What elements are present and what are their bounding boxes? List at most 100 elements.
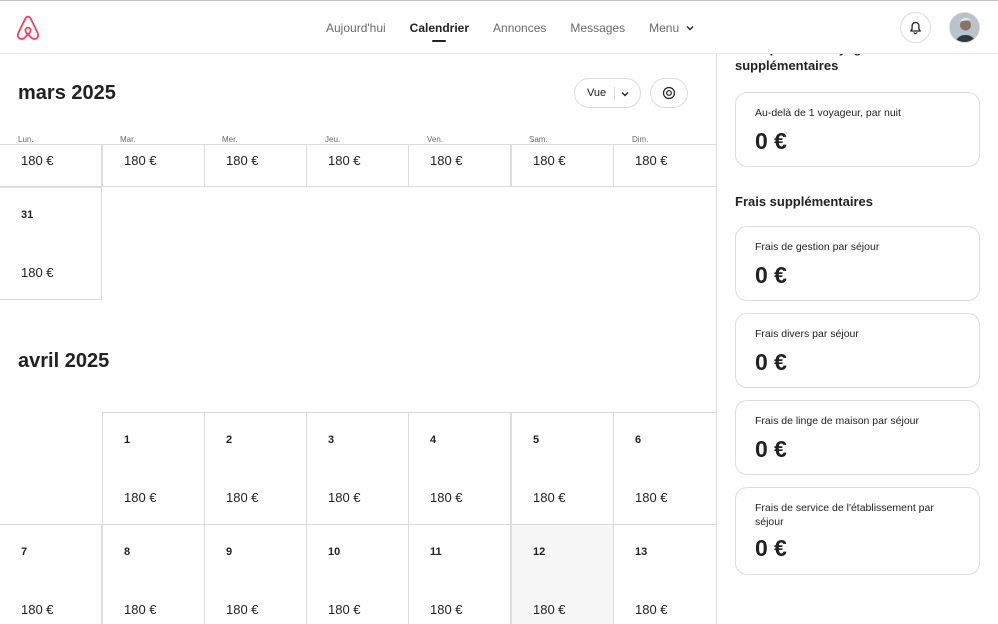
day-number: 6 bbox=[635, 434, 642, 446]
calendar-day-cell[interactable]: 3 180 € bbox=[306, 412, 409, 525]
chevron-down-icon bbox=[621, 92, 629, 97]
top-nav-bar: Aujourd'hui Calendrier Annonces Messages… bbox=[0, 0, 998, 54]
calendar-day-cell-today[interactable]: 12 180 € bbox=[511, 524, 614, 624]
fee-label: Frais de gestion par séjour bbox=[755, 241, 880, 253]
linen-fee-card[interactable]: Frais de linge de maison par séjour 0 € bbox=[735, 400, 980, 475]
guest-fee-card[interactable]: Au-delà de 1 voyageur, par nuit 0 € bbox=[735, 92, 980, 167]
month-title: avril 2025 bbox=[18, 350, 110, 372]
calendar-settings-button[interactable] bbox=[650, 78, 688, 108]
weekday-label: Mar. bbox=[120, 135, 136, 144]
day-price: 180 € bbox=[124, 490, 157, 505]
view-dropdown-label: Vue bbox=[587, 87, 607, 99]
weekday-label: Jeu. bbox=[325, 135, 341, 144]
calendar-area: mars 2025 Vue Lun. Mar. Mer. Jeu. Ven. S… bbox=[0, 54, 716, 624]
day-price: 180 € bbox=[635, 602, 668, 617]
fee-label: Frais de service de l'établissement par … bbox=[755, 502, 934, 528]
day-number: 10 bbox=[328, 546, 341, 558]
day-price: 180 € bbox=[430, 602, 463, 617]
bell-icon bbox=[910, 21, 921, 34]
nav-item-annonces[interactable]: Annonces bbox=[493, 1, 546, 54]
nav-item-calendrier[interactable]: Calendrier bbox=[410, 1, 469, 54]
day-price: 180 € bbox=[21, 265, 54, 280]
fee-value: 0 € bbox=[755, 436, 787, 462]
pricing-side-panel: Frais pour les voyageurs supplémentaires… bbox=[716, 54, 998, 624]
day-price: 180 € bbox=[533, 490, 566, 505]
day-number: 4 bbox=[430, 434, 437, 446]
day-price: 180 € bbox=[635, 490, 668, 505]
nav-item-label: Messages bbox=[570, 20, 626, 35]
fee-label: Frais divers par séjour bbox=[755, 328, 859, 340]
weekday-label: Mer. bbox=[222, 135, 238, 144]
day-number: 8 bbox=[124, 546, 131, 558]
day-number: 1 bbox=[124, 434, 131, 446]
calendar-day-cell[interactable]: 13 180 € bbox=[613, 524, 716, 624]
nav-item-label: Aujourd'hui bbox=[326, 20, 386, 35]
main-nav: Aujourd'hui Calendrier Annonces Messages… bbox=[314, 1, 707, 54]
nav-item-label: Menu bbox=[649, 20, 680, 35]
fee-value: 0 € bbox=[755, 262, 787, 288]
day-price: 180 € bbox=[124, 153, 157, 168]
calendar-day-cell[interactable]: 10 180 € bbox=[306, 524, 409, 624]
day-price: 180 € bbox=[21, 602, 54, 617]
fee-label: Frais de linge de maison par séjour bbox=[755, 415, 920, 427]
calendar-day-cell[interactable]: 180 € bbox=[306, 144, 409, 187]
guest-fees-heading: Frais pour les voyageurs supplémentaires bbox=[735, 54, 889, 73]
view-dropdown-button[interactable]: Vue bbox=[574, 78, 641, 108]
calendar-day-cell[interactable]: 180 € bbox=[0, 144, 102, 187]
calendar-day-cell[interactable]: 8 180 € bbox=[102, 524, 205, 624]
avatar[interactable] bbox=[949, 12, 980, 43]
calendar-day-cell[interactable]: 5 180 € bbox=[511, 412, 614, 525]
property-service-fee-card[interactable]: Frais de service de l'établissement par … bbox=[735, 487, 980, 575]
day-price: 180 € bbox=[635, 153, 668, 168]
day-number: 2 bbox=[226, 434, 233, 446]
notifications-button[interactable] bbox=[900, 12, 931, 43]
fee-value: 0 € bbox=[755, 349, 787, 375]
misc-fee-card[interactable]: Frais divers par séjour 0 € bbox=[735, 313, 980, 388]
user-photo-icon bbox=[950, 13, 979, 42]
settings-icon bbox=[662, 86, 676, 100]
calendar-day-cell[interactable]: 4 180 € bbox=[408, 412, 511, 525]
calendar-day-cell[interactable]: 9 180 € bbox=[204, 524, 307, 624]
calendar-day-cell[interactable]: 11 180 € bbox=[408, 524, 511, 624]
management-fee-card[interactable]: Frais de gestion par séjour 0 € bbox=[735, 226, 980, 301]
weekday-label: Lun. bbox=[18, 135, 34, 144]
day-price: 180 € bbox=[21, 153, 54, 168]
calendar-day-cell[interactable]: 180 € bbox=[102, 144, 205, 187]
chevron-down-icon bbox=[686, 25, 694, 30]
month-title: mars 2025 bbox=[18, 82, 116, 104]
fee-value: 0 € bbox=[755, 128, 787, 154]
weekday-label: Dim. bbox=[632, 135, 649, 144]
fee-value: 0 € bbox=[755, 535, 787, 561]
calendar-day-cell[interactable]: 7 180 € bbox=[0, 524, 102, 624]
day-price: 180 € bbox=[226, 153, 259, 168]
day-price: 180 € bbox=[533, 602, 566, 617]
day-price: 180 € bbox=[430, 490, 463, 505]
divider bbox=[614, 87, 615, 100]
calendar-day-cell[interactable]: 6 180 € bbox=[613, 412, 716, 525]
day-price: 180 € bbox=[226, 490, 259, 505]
calendar-day-cell[interactable]: 2 180 € bbox=[204, 412, 307, 525]
day-number: 7 bbox=[21, 546, 28, 558]
nav-item-aujourdhui[interactable]: Aujourd'hui bbox=[326, 1, 386, 54]
day-number: 12 bbox=[533, 546, 546, 558]
day-number: 9 bbox=[226, 546, 233, 558]
day-price: 180 € bbox=[124, 602, 157, 617]
day-number: 13 bbox=[635, 546, 648, 558]
day-number: 31 bbox=[21, 209, 34, 221]
fee-label: Au-delà de 1 voyageur, par nuit bbox=[755, 107, 901, 119]
calendar-day-cell[interactable]: 31 180 € bbox=[0, 187, 102, 300]
nav-item-label: Annonces bbox=[493, 20, 547, 35]
calendar-day-cell[interactable]: 180 € bbox=[204, 144, 307, 187]
extra-fees-heading: Frais supplémentaires bbox=[735, 194, 873, 209]
calendar-day-cell[interactable]: 180 € bbox=[511, 144, 614, 187]
day-number: 5 bbox=[533, 434, 540, 446]
calendar-day-cell[interactable]: 1 180 € bbox=[102, 412, 205, 525]
airbnb-logo-icon[interactable] bbox=[14, 13, 42, 43]
nav-item-messages[interactable]: Messages bbox=[570, 1, 625, 54]
weekday-label: Sam. bbox=[529, 135, 548, 144]
day-price: 180 € bbox=[328, 602, 361, 617]
day-price: 180 € bbox=[533, 153, 566, 168]
nav-item-menu[interactable]: Menu bbox=[649, 1, 695, 54]
calendar-day-cell[interactable]: 180 € bbox=[613, 144, 716, 187]
calendar-day-cell[interactable]: 180 € bbox=[408, 144, 511, 187]
